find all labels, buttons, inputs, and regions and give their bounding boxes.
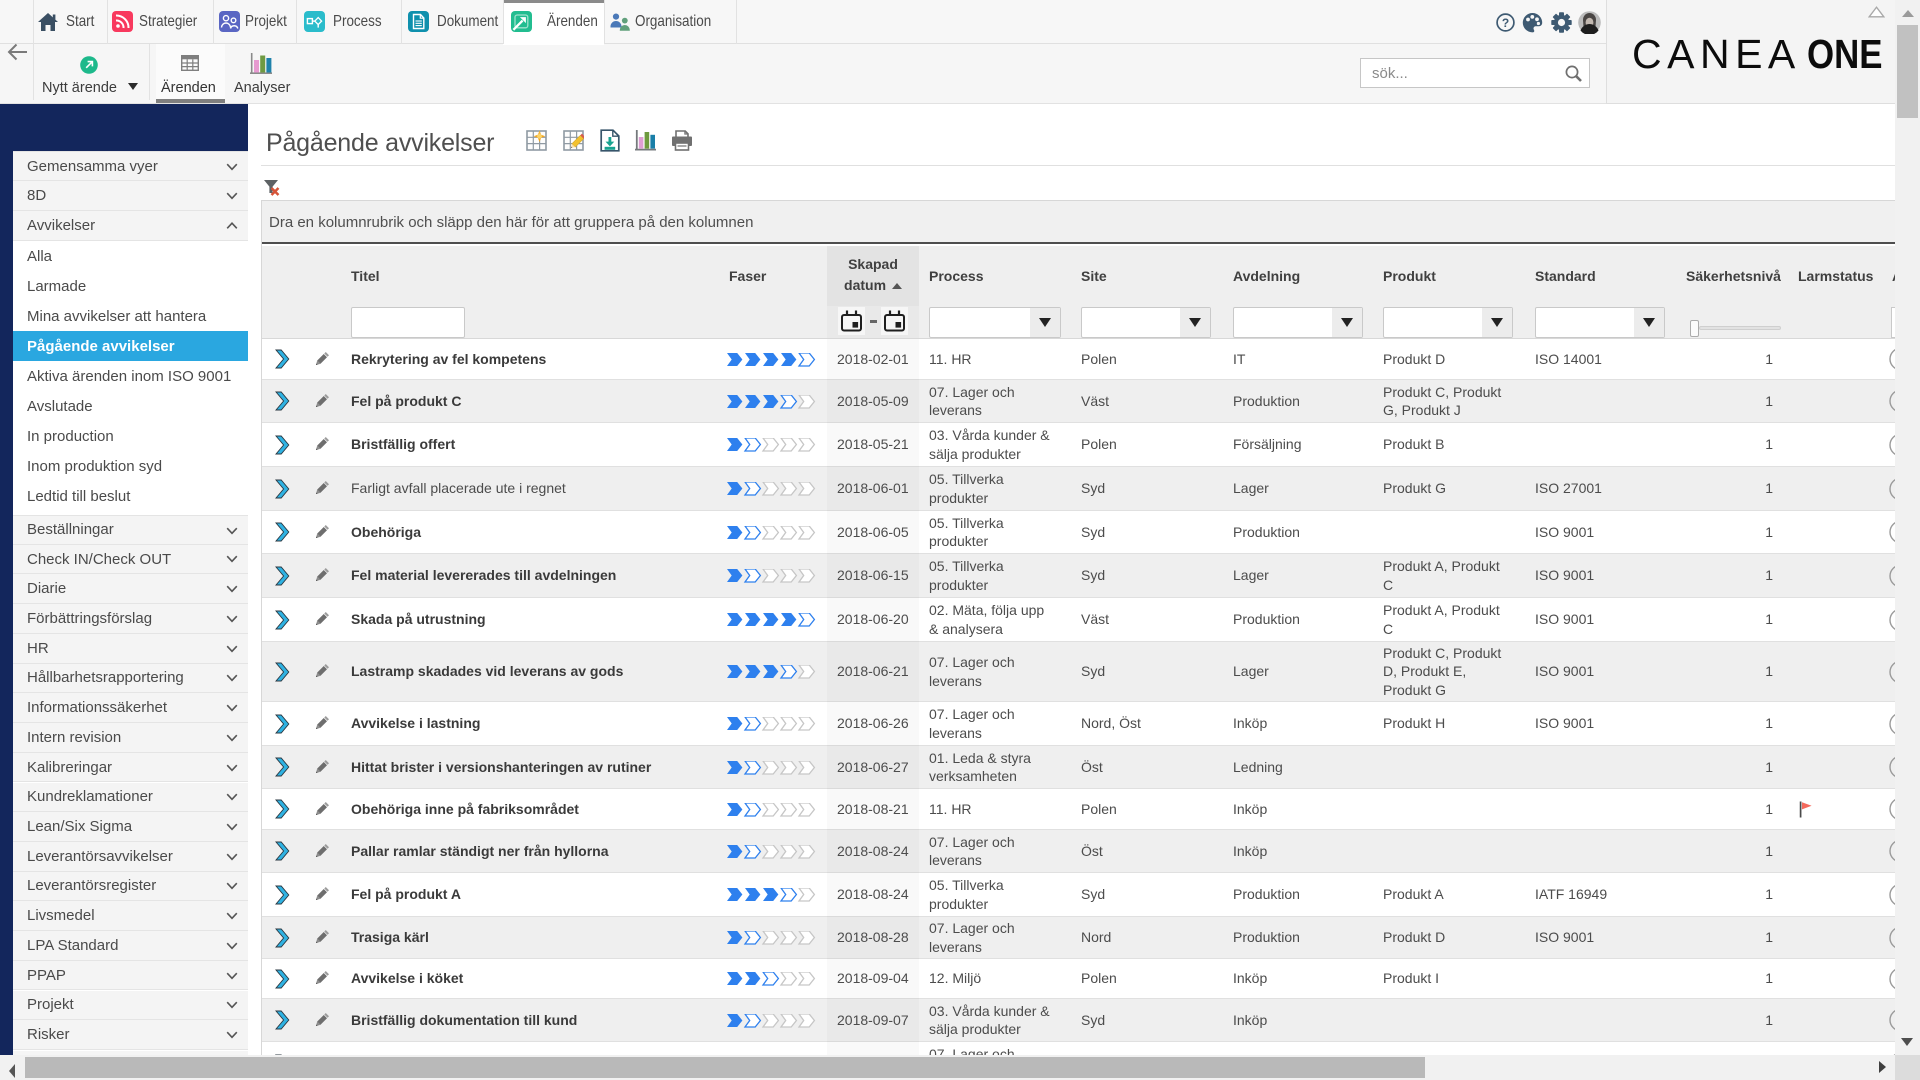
svg-text:?: ? (1502, 16, 1509, 30)
